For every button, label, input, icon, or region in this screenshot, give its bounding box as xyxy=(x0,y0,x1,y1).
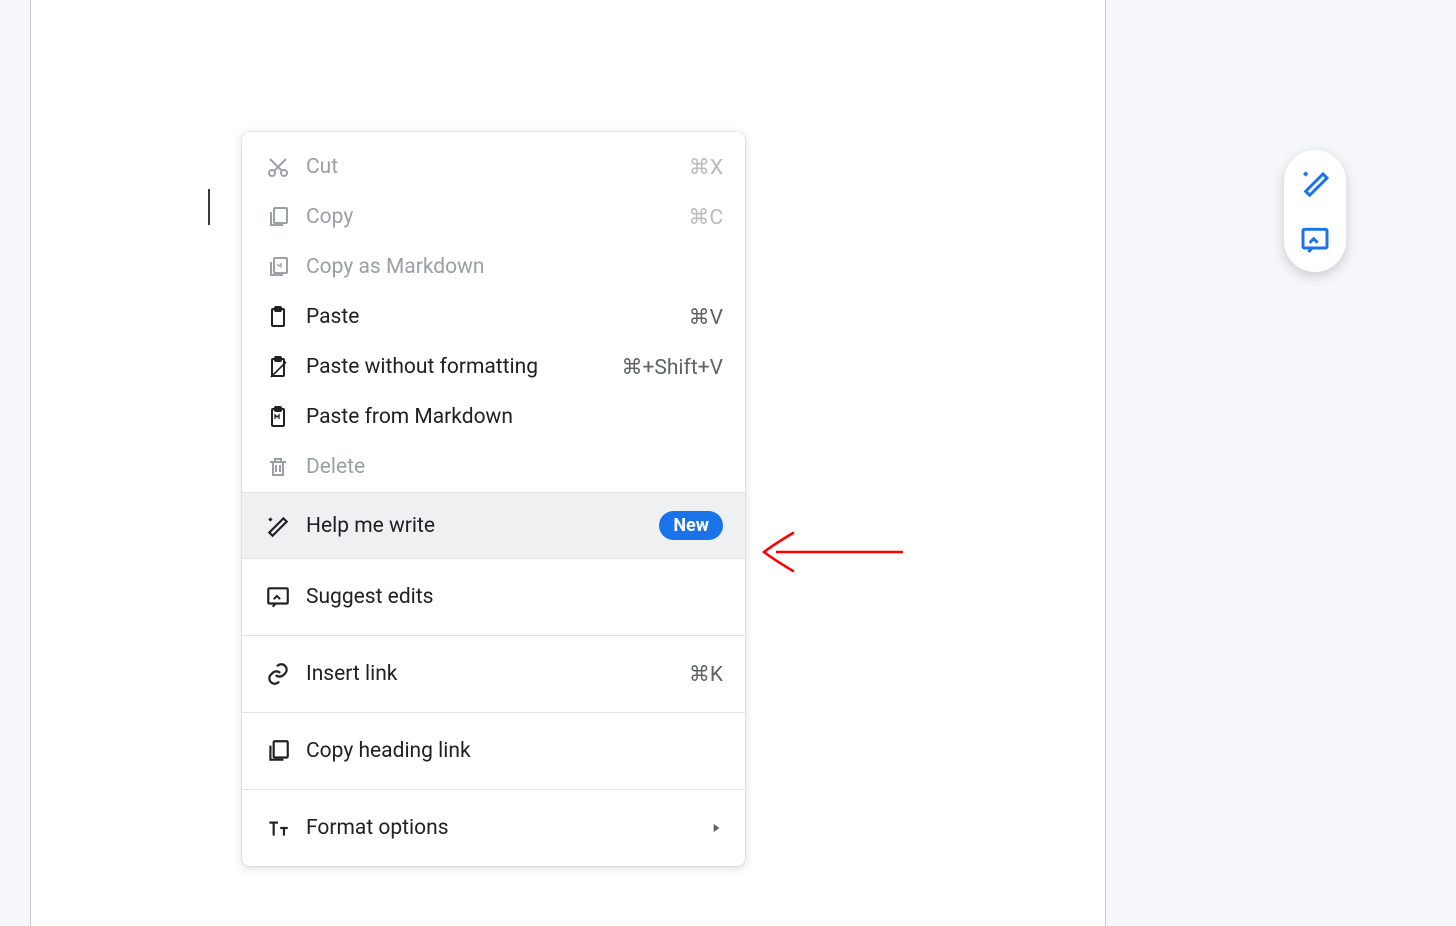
menu-item-format-options[interactable]: Format options xyxy=(242,790,745,866)
menu-item-paste[interactable]: Paste ⌘V xyxy=(242,292,745,342)
menu-item-insert-link[interactable]: Insert link ⌘K xyxy=(242,636,745,712)
copy-link-icon xyxy=(264,737,292,765)
link-icon xyxy=(264,660,292,688)
menu-shortcut: ⌘C xyxy=(688,205,723,230)
context-menu: Cut ⌘X Copy ⌘C Copy as Markdown xyxy=(242,132,745,866)
copy-icon xyxy=(264,203,292,231)
copy-markdown-icon xyxy=(264,253,292,281)
menu-label: Cut xyxy=(306,155,689,179)
menu-shortcut: ⌘+Shift+V xyxy=(621,355,723,380)
chevron-right-icon xyxy=(709,821,723,835)
menu-item-delete[interactable]: Delete xyxy=(242,442,745,492)
menu-item-copy-markdown[interactable]: Copy as Markdown xyxy=(242,242,745,292)
menu-item-copy[interactable]: Copy ⌘C xyxy=(242,192,745,242)
side-action-panel xyxy=(1284,150,1346,272)
menu-label: Paste from Markdown xyxy=(306,405,723,429)
suggest-edits-button[interactable] xyxy=(1297,222,1333,258)
menu-label: Suggest edits xyxy=(306,585,723,609)
menu-shortcut: ⌘V xyxy=(689,305,723,330)
menu-item-help-me-write[interactable]: Help me write New xyxy=(242,493,745,558)
magic-write-button[interactable] xyxy=(1297,164,1333,200)
cut-icon xyxy=(264,153,292,181)
menu-shortcut: ⌘K xyxy=(689,662,723,687)
menu-label: Copy heading link xyxy=(306,739,723,763)
menu-label: Delete xyxy=(306,455,723,479)
menu-item-paste-markdown[interactable]: Paste from Markdown xyxy=(242,392,745,442)
menu-label: Format options xyxy=(306,816,709,840)
menu-item-copy-heading-link[interactable]: Copy heading link xyxy=(242,713,745,789)
suggest-edits-icon xyxy=(264,583,292,611)
text-format-icon xyxy=(264,814,292,842)
menu-item-paste-plain[interactable]: Paste without formatting ⌘+Shift+V xyxy=(242,342,745,392)
paste-icon xyxy=(264,303,292,331)
magic-pencil-icon xyxy=(264,512,292,540)
new-badge: New xyxy=(659,511,723,540)
menu-shortcut: ⌘X xyxy=(689,155,723,180)
trash-icon xyxy=(264,453,292,481)
menu-label: Paste xyxy=(306,305,689,329)
paste-markdown-icon xyxy=(264,403,292,431)
text-insertion-cursor xyxy=(208,189,210,225)
menu-item-cut[interactable]: Cut ⌘X xyxy=(242,142,745,192)
menu-label: Copy xyxy=(306,205,688,229)
menu-label: Copy as Markdown xyxy=(306,255,723,279)
menu-item-suggest-edits[interactable]: Suggest edits xyxy=(242,559,745,635)
paste-plain-icon xyxy=(264,353,292,381)
menu-label: Help me write xyxy=(306,514,659,538)
menu-label: Paste without formatting xyxy=(306,355,621,379)
menu-label: Insert link xyxy=(306,662,689,686)
